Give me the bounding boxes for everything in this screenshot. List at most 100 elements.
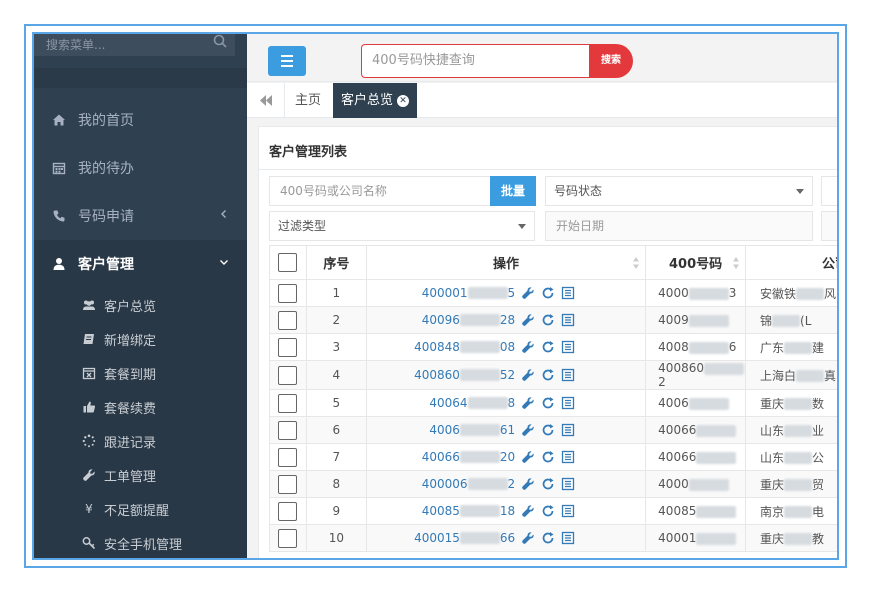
submenu-item-package-renewal[interactable]: 套餐续费 [34,390,247,424]
sort-icon[interactable] [633,256,640,270]
refresh-icon[interactable] [541,313,555,327]
list-icon[interactable] [561,423,575,437]
list-icon[interactable] [561,504,575,518]
batch-button[interactable]: 批量 [490,176,536,206]
tab-customer-overview[interactable]: 客户总览 ✕ [333,83,418,118]
refresh-icon[interactable] [541,450,555,464]
submenu-item-ticket-management[interactable]: 工单管理 [34,458,247,492]
sidebar-search-input[interactable]: 搜索菜单... [46,36,105,53]
number-link[interactable]: 400860 52 [414,368,515,382]
list-icon[interactable] [561,313,575,327]
close-icon[interactable]: ✕ [397,95,410,107]
number-link[interactable]: 400848 08 [414,340,515,354]
sidebar-item-number-apply[interactable]: 号码申请 [34,192,247,240]
sidebar-item-customer-management[interactable]: 客户管理 [34,240,247,288]
refresh-icon[interactable] [541,340,555,354]
submenu-item-package-expiry[interactable]: 套餐到期 [34,356,247,390]
refresh-icon[interactable] [541,368,555,382]
table-row[interactable]: 10 400015 66 40001 重庆 教 [269,524,837,552]
refresh-icon[interactable] [541,477,555,491]
number-link[interactable]: 40085 18 [422,504,515,518]
submenu-item-secure-phone[interactable]: 安全手机管理 [34,526,247,558]
refresh-icon[interactable] [541,531,555,545]
list-icon[interactable] [561,531,575,545]
row-checkbox[interactable] [278,283,298,303]
table-row[interactable]: 8 400006 2 4000 重庆 贸 [269,470,837,498]
number-link[interactable]: 400001 5 [422,286,515,300]
company-suffix: 公 [812,450,825,465]
table-row[interactable]: 3 400848 08 4008 6 广东 建 [269,333,837,361]
end-date-input[interactable] [821,211,837,241]
list-icon[interactable] [561,450,575,464]
tab-scroll-left-button[interactable] [247,83,285,118]
filter-type-select[interactable]: 过滤类型 [269,211,535,241]
tab-home[interactable]: 主页 [287,83,329,118]
row-checkbox[interactable] [278,528,298,548]
refresh-icon[interactable] [541,286,555,300]
column-header-number[interactable]: 400号码 [645,245,747,280]
column-header-ops[interactable]: 操作 [365,245,647,280]
refresh-icon[interactable] [541,423,555,437]
submenu-item-new-binding[interactable]: 新增绑定 [34,322,247,356]
table-row[interactable]: 2 40096 28 4009 锦 (L [269,306,837,334]
row-checkbox[interactable] [278,393,298,413]
sort-icon[interactable] [733,256,740,270]
submenu-item-follow-up[interactable]: 跟进记录 [34,424,247,458]
list-icon[interactable] [561,396,575,410]
row-checkbox[interactable] [278,447,298,467]
refresh-icon[interactable] [541,504,555,518]
wrench-icon[interactable] [521,286,535,300]
quick-search-button[interactable]: 搜索 [589,44,633,78]
sidebar-search[interactable]: 搜索菜单... [34,34,235,56]
wrench-icon[interactable] [521,313,535,327]
row-checkbox[interactable] [278,365,298,385]
wrench-icon[interactable] [521,477,535,491]
table-row[interactable]: 4 400860 52 4008602 上海白真 [269,360,837,390]
quick-search-input[interactable]: 400号码快捷查询 [361,44,590,78]
table-row[interactable]: 7 40066 20 40066 山东 公 [269,443,837,471]
select-all-checkbox[interactable] [278,253,298,272]
number-or-company-input[interactable]: 400号码或公司名称 [269,176,491,206]
wrench-icon[interactable] [521,396,535,410]
row-checkbox[interactable] [278,474,298,494]
list-icon[interactable] [561,286,575,300]
menu-toggle-button[interactable] [268,46,306,76]
number-link[interactable]: 40066 20 [422,450,515,464]
start-date-input[interactable]: 开始日期 [545,211,813,241]
table-row[interactable]: 1 400001 5 4000 3 安徽铁 风 [269,279,837,307]
wrench-icon[interactable] [521,423,535,437]
row-checkbox[interactable] [278,420,298,440]
sidebar-item-todo[interactable]: 我的待办 [34,144,247,192]
row-index: 3 [305,333,367,361]
wrench-icon[interactable] [521,504,535,518]
list-icon[interactable] [561,340,575,354]
table-row[interactable]: 5 40064 8 4006 重庆 数 [269,389,837,417]
list-icon[interactable] [561,477,575,491]
number-link[interactable]: 40064 8 [429,396,515,410]
table-row[interactable]: 6 4006 61 40066 山东 业 [269,416,837,444]
wrench-icon[interactable] [521,368,535,382]
refresh-icon[interactable] [541,396,555,410]
company-prefix: 重庆 [760,531,785,546]
wrench-icon[interactable] [521,340,535,354]
number-link[interactable]: 400006 2 [422,477,515,491]
number-link-suffix: 18 [499,503,516,518]
list-icon[interactable] [561,368,575,382]
column-header-company[interactable]: 公司 [745,245,837,280]
sidebar-item-home[interactable]: 我的首页 [34,96,247,144]
number-link[interactable]: 4006 61 [429,423,515,437]
row-checkbox[interactable] [278,337,298,357]
number-link[interactable]: 40096 28 [422,313,515,327]
wrench-icon[interactable] [521,450,535,464]
submenu-item-low-balance-alert[interactable]: ¥ 不足额提醒 [34,492,247,526]
row-checkbox[interactable] [278,501,298,521]
submenu-item-customer-overview[interactable]: 客户总览 [34,288,247,322]
row-checkbox[interactable] [278,310,298,330]
column-header-index[interactable]: 序号 [305,245,367,280]
wrench-icon[interactable] [521,531,535,545]
extra-filter-select[interactable] [821,176,837,206]
search-icon[interactable] [213,34,227,48]
number-status-select[interactable]: 号码状态 [545,176,813,206]
table-row[interactable]: 9 40085 18 40085 南京 电 [269,497,837,525]
number-link[interactable]: 400015 66 [414,531,515,545]
